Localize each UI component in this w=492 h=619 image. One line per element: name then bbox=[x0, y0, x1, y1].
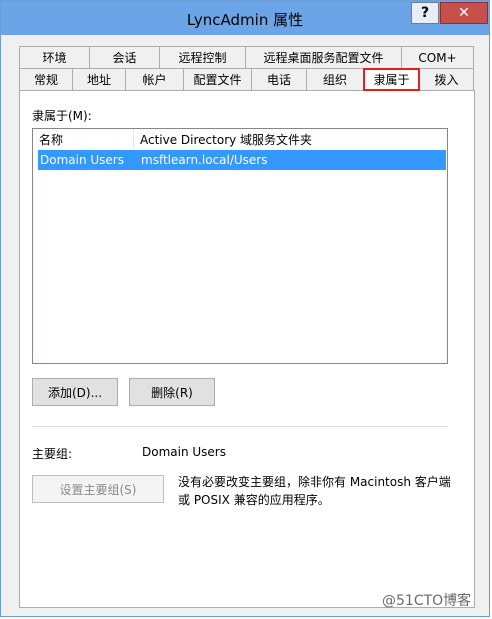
tab-sessions[interactable]: 会话 bbox=[89, 46, 160, 68]
table-row[interactable]: Domain Users msftlearn.local/Users bbox=[38, 150, 446, 170]
properties-dialog: LyncAdmin 属性 ? ✕ 环境 会话 远程控制 远程桌面服务配置文件 C… bbox=[0, 0, 490, 617]
set-primary-group-button[interactable]: 设置主要组(S) bbox=[32, 475, 164, 503]
row-folder: msftlearn.local/Users bbox=[141, 153, 268, 167]
tab-account[interactable]: 帐户 bbox=[125, 68, 184, 90]
title-bar: LyncAdmin 属性 ? ✕ bbox=[1, 1, 489, 35]
add-button[interactable]: 添加(D)... bbox=[32, 378, 118, 406]
tab-organization[interactable]: 组织 bbox=[306, 68, 364, 90]
tab-address[interactable]: 地址 bbox=[72, 68, 126, 90]
member-of-label: 隶属于(M): bbox=[32, 109, 92, 123]
primary-group-value: Domain Users bbox=[142, 445, 226, 459]
tab-environment[interactable]: 环境 bbox=[19, 46, 90, 68]
column-header-folder[interactable]: Active Directory 域服务文件夹 bbox=[134, 129, 447, 149]
primary-group-note: 没有必要改变主要组，除非你有 Macintosh 客户端或 POSIX 兼容的应… bbox=[178, 475, 451, 507]
primary-group-label: 主要组: bbox=[32, 447, 73, 461]
watermark: @51CTO博客 bbox=[382, 593, 472, 609]
tab-telephones[interactable]: 电话 bbox=[251, 68, 307, 90]
tab-row-2: 常规 地址 帐户 配置文件 电话 组织 隶属于 拨入 bbox=[1, 68, 491, 91]
close-button[interactable]: ✕ bbox=[440, 2, 488, 24]
column-header-name[interactable]: 名称 bbox=[33, 129, 134, 149]
tab-rds-profile[interactable]: 远程桌面服务配置文件 bbox=[245, 46, 402, 68]
remove-button[interactable]: 删除(R) bbox=[129, 378, 215, 406]
tab-profile[interactable]: 配置文件 bbox=[183, 68, 252, 90]
row-name: Domain Users bbox=[40, 153, 124, 167]
tab-member-of[interactable]: 隶属于 bbox=[363, 68, 420, 91]
member-of-list[interactable]: 名称 Active Directory 域服务文件夹 Domain Users … bbox=[32, 128, 448, 364]
tab-remote-control[interactable]: 远程控制 bbox=[159, 46, 246, 68]
divider bbox=[32, 426, 448, 427]
close-icon: ✕ bbox=[458, 5, 470, 21]
tab-general[interactable]: 常规 bbox=[19, 68, 73, 90]
tab-dial-in[interactable]: 拨入 bbox=[419, 68, 474, 90]
list-header: 名称 Active Directory 域服务文件夹 bbox=[33, 129, 447, 149]
help-button[interactable]: ? bbox=[411, 2, 439, 24]
tab-com-plus[interactable]: COM+ bbox=[401, 46, 474, 68]
help-icon: ? bbox=[420, 5, 430, 21]
tab-row-1: 环境 会话 远程控制 远程桌面服务配置文件 COM+ bbox=[1, 46, 491, 68]
